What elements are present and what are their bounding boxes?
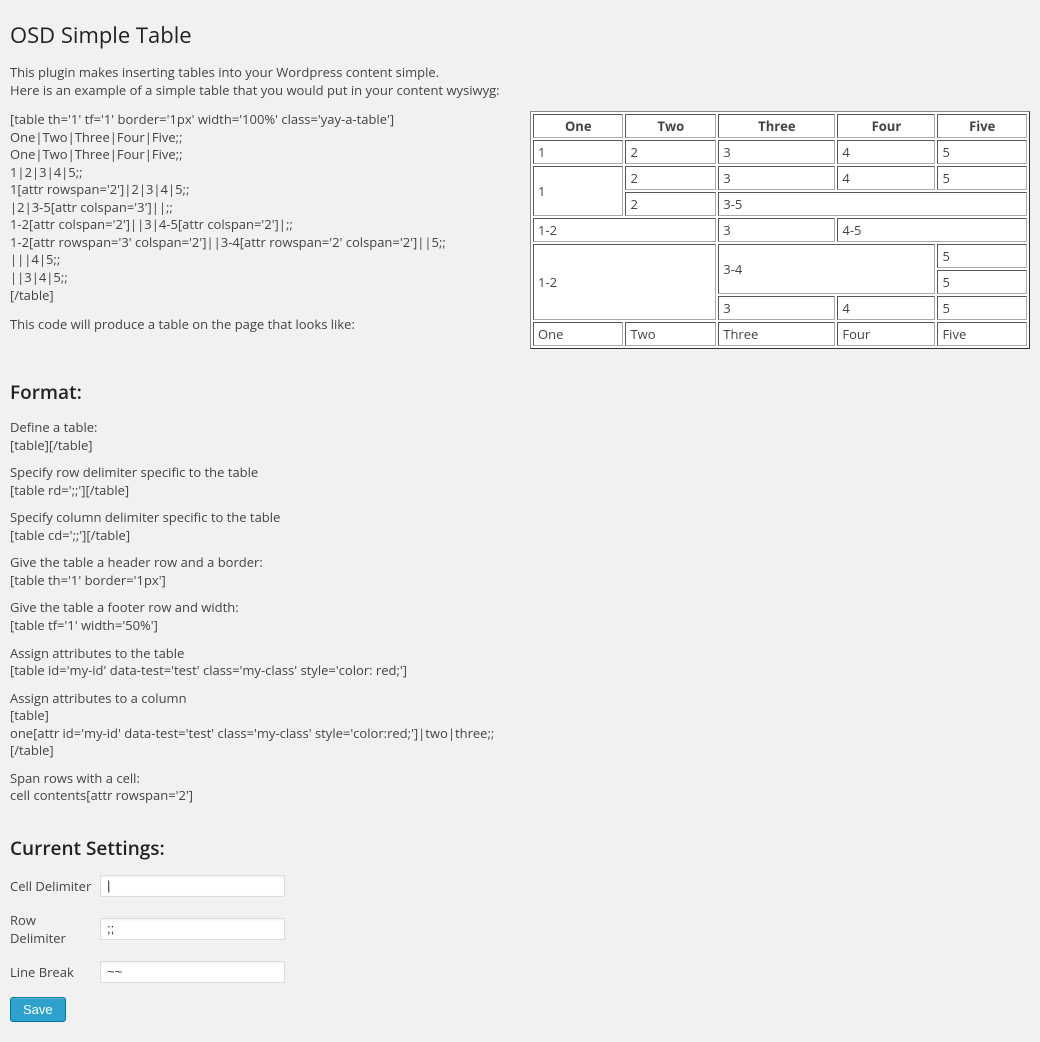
table-header-cell: Two	[625, 114, 716, 138]
row-delimiter-row: Row Delimiter	[10, 911, 1030, 947]
format-item: Specify row delimiter specific to the ta…	[10, 464, 1030, 499]
example-table-column: OneTwoThreeFourFive123451234523-51-234-5…	[530, 111, 1030, 349]
format-item: Specify column delimiter specific to the…	[10, 509, 1030, 544]
table-cell: 1-2	[533, 244, 716, 320]
table-header-cell: Five	[937, 114, 1027, 138]
cell-delimiter-row: Cell Delimiter	[10, 875, 1030, 897]
table-row: 1-23-45	[533, 244, 1027, 268]
table-cell: 5	[937, 244, 1027, 268]
format-item: Assign attributes to a column[table] one…	[10, 690, 1030, 760]
cell-delimiter-input[interactable]	[100, 875, 285, 897]
table-cell: 4	[837, 296, 935, 320]
example-table: OneTwoThreeFourFive123451234523-51-234-5…	[530, 111, 1030, 349]
format-item-code: [table tf='1' width='50%']	[10, 617, 1030, 635]
table-header-cell: Four	[837, 114, 935, 138]
format-item-code: [table cd=';;'][/table]	[10, 527, 1030, 545]
page-title: OSD Simple Table	[10, 20, 1030, 50]
table-footer-cell: Three	[718, 322, 835, 346]
table-cell: 3	[718, 218, 835, 242]
page-wrap: OSD Simple Table This plugin makes inser…	[0, 0, 1040, 1042]
format-item-desc: Span rows with a cell:	[10, 770, 1030, 788]
table-header-cell: One	[533, 114, 623, 138]
format-item: Span rows with a cell:cell contents[attr…	[10, 770, 1030, 805]
format-item-desc: Give the table a footer row and width:	[10, 599, 1030, 617]
row-delimiter-label: Row Delimiter	[10, 911, 100, 947]
example-columns: [table th='1' tf='1' border='1px' width=…	[10, 111, 1030, 349]
format-heading: Format:	[10, 379, 1030, 405]
line-break-label: Line Break	[10, 963, 100, 981]
format-item-desc: Assign attributes to the table	[10, 645, 1030, 663]
example-shortcode: [table th='1' tf='1' border='1px' width=…	[10, 111, 510, 304]
table-cell: 2	[625, 140, 716, 164]
table-footer-cell: Four	[837, 322, 935, 346]
format-item-code: [table th='1' border='1px']	[10, 572, 1030, 590]
table-header-cell: Three	[718, 114, 835, 138]
table-cell: 3	[718, 296, 835, 320]
table-cell: 5	[937, 140, 1027, 164]
table-row: 1-234-5	[533, 218, 1027, 242]
table-cell: 2	[625, 192, 716, 216]
format-item-desc: Define a table:	[10, 419, 1030, 437]
format-item-code: [table][/table]	[10, 437, 1030, 455]
table-cell: 4-5	[837, 218, 1027, 242]
table-cell: 4	[837, 166, 935, 190]
table-cell: 1	[533, 166, 623, 216]
format-item-code: [table rd=';;'][/table]	[10, 482, 1030, 500]
save-button[interactable]: Save	[10, 997, 66, 1022]
table-cell: 5	[937, 296, 1027, 320]
table-row: 12345	[533, 140, 1027, 164]
row-delimiter-input[interactable]	[100, 918, 285, 940]
format-item-desc: Specify column delimiter specific to the…	[10, 509, 1030, 527]
table-footer-cell: Two	[625, 322, 716, 346]
example-code-column: [table th='1' tf='1' border='1px' width=…	[10, 111, 510, 346]
table-cell: 3	[718, 166, 835, 190]
format-item-desc: Specify row delimiter specific to the ta…	[10, 464, 1030, 482]
table-cell: 5	[937, 166, 1027, 190]
table-cell: 3-5	[718, 192, 1027, 216]
format-list: Define a table:[table][/table] Specify ro…	[10, 419, 1030, 805]
table-cell: 3	[718, 140, 835, 164]
table-cell: 5	[937, 270, 1027, 294]
line-break-row: Line Break	[10, 961, 1030, 983]
format-item-desc: Assign attributes to a column	[10, 690, 1030, 708]
table-cell: 1	[533, 140, 623, 164]
table-cell: 2	[625, 166, 716, 190]
table-footer-cell: Five	[937, 322, 1027, 346]
format-item: Assign attributes to the table[table id=…	[10, 645, 1030, 680]
table-cell: 1-2	[533, 218, 716, 242]
settings-heading: Current Settings:	[10, 835, 1030, 861]
cell-delimiter-label: Cell Delimiter	[10, 877, 100, 895]
table-cell: 3-4	[718, 244, 935, 294]
format-item: Give the table a footer row and width:[t…	[10, 599, 1030, 634]
intro-line-2: Here is an example of a simple table tha…	[10, 82, 1030, 100]
table-footer-cell: One	[533, 322, 623, 346]
format-item-code: [table id='my-id' data-test='test' class…	[10, 662, 1030, 680]
example-result-intro: This code will produce a table on the pa…	[10, 316, 510, 334]
format-item-desc: Give the table a header row and a border…	[10, 554, 1030, 572]
format-item-code: [table] one[attr id='my-id' data-test='t…	[10, 707, 1030, 760]
format-item-code: cell contents[attr rowspan='2']	[10, 787, 1030, 805]
intro-line-1: This plugin makes inserting tables into …	[10, 64, 1030, 82]
table-cell: 4	[837, 140, 935, 164]
format-item: Define a table:[table][/table]	[10, 419, 1030, 454]
format-item: Give the table a header row and a border…	[10, 554, 1030, 589]
table-row: 12345	[533, 166, 1027, 190]
line-break-input[interactable]	[100, 961, 285, 983]
